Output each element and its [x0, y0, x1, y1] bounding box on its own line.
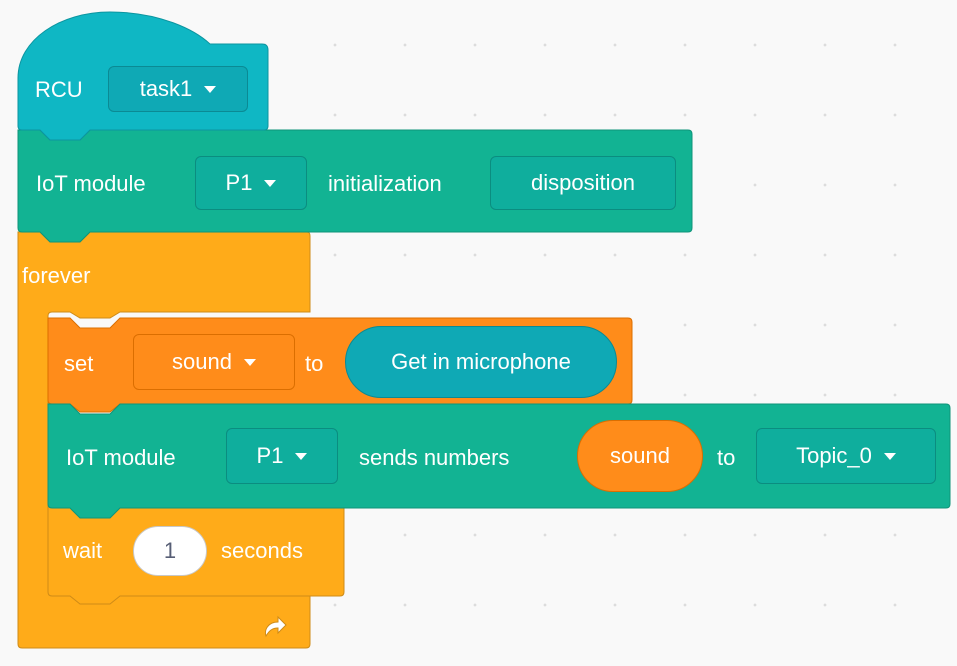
wait-label: wait	[63, 538, 103, 563]
task-dropdown-value: task1	[139, 76, 193, 101]
init-iot-module-label: IoT module	[36, 171, 146, 196]
initialization-label: initialization	[328, 171, 442, 196]
chevron-down-icon	[243, 358, 256, 366]
chevron-down-icon	[295, 452, 308, 460]
wait-seconds-input[interactable]: 1	[133, 526, 207, 576]
get-microphone-reporter[interactable]: Get in microphone	[345, 326, 617, 398]
topic-dropdown-value: Topic_0	[796, 443, 872, 468]
get-microphone-label: Get in microphone	[391, 349, 571, 374]
rcu-label: RCU	[35, 77, 83, 102]
sends-numbers-label: sends numbers	[359, 445, 510, 470]
topic-dropdown[interactable]: Topic_0	[756, 428, 936, 484]
forever-label: forever	[22, 263, 91, 288]
send-port-dropdown[interactable]: P1	[226, 428, 338, 484]
task-dropdown[interactable]: task1	[108, 66, 248, 112]
variable-dropdown-value: sound	[172, 349, 232, 374]
seconds-label: seconds	[221, 538, 303, 563]
disposition-button[interactable]: disposition	[490, 156, 676, 210]
chevron-down-icon	[204, 85, 217, 93]
set-label: set	[64, 351, 94, 376]
chevron-down-icon	[883, 452, 896, 460]
chevron-down-icon	[264, 179, 277, 187]
disposition-label: disposition	[531, 170, 635, 195]
sound-reporter-label: sound	[610, 443, 670, 468]
send-port-value: P1	[256, 443, 284, 468]
variable-dropdown[interactable]: sound	[133, 334, 295, 390]
set-to-label: to	[305, 351, 324, 376]
send-to-label: to	[717, 445, 736, 470]
init-port-value: P1	[225, 170, 253, 195]
sound-variable-reporter[interactable]: sound	[577, 420, 703, 492]
init-port-dropdown[interactable]: P1	[195, 156, 307, 210]
loop-arrow-icon	[265, 615, 287, 638]
wait-seconds-value: 1	[163, 538, 177, 563]
send-iot-module-label: IoT module	[66, 445, 176, 470]
